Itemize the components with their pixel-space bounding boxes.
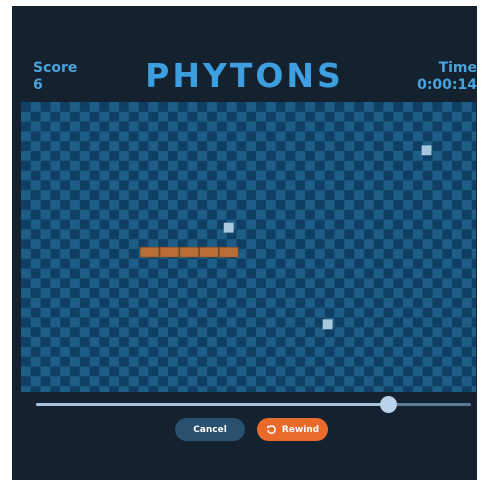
rewind-button[interactable]: Rewind (257, 418, 328, 441)
board-pieces (139, 145, 432, 330)
snake-segment (199, 246, 219, 258)
cancel-button[interactable]: Cancel (175, 418, 245, 441)
food-pellet (322, 319, 333, 330)
food-pellet (223, 222, 234, 233)
rewind-icon (266, 425, 276, 434)
time-label: Time (438, 60, 477, 76)
snake-segment (139, 246, 160, 258)
time-value: 0:00:14 (417, 77, 477, 93)
snake-segment (219, 246, 239, 258)
snake-segment (159, 246, 180, 258)
playback-slider[interactable] (36, 396, 471, 413)
slider-fill (36, 403, 389, 406)
game-board[interactable] (21, 102, 476, 392)
slider-thumb[interactable] (380, 396, 398, 413)
cancel-button-label: Cancel (193, 424, 227, 435)
rewind-button-label: Rewind (281, 424, 320, 435)
snake-segment (179, 246, 199, 258)
food-pellet (421, 145, 432, 156)
game-window: Score 6 PHYTONS Time 0:00:14 Cancel Rewi… (12, 6, 477, 480)
